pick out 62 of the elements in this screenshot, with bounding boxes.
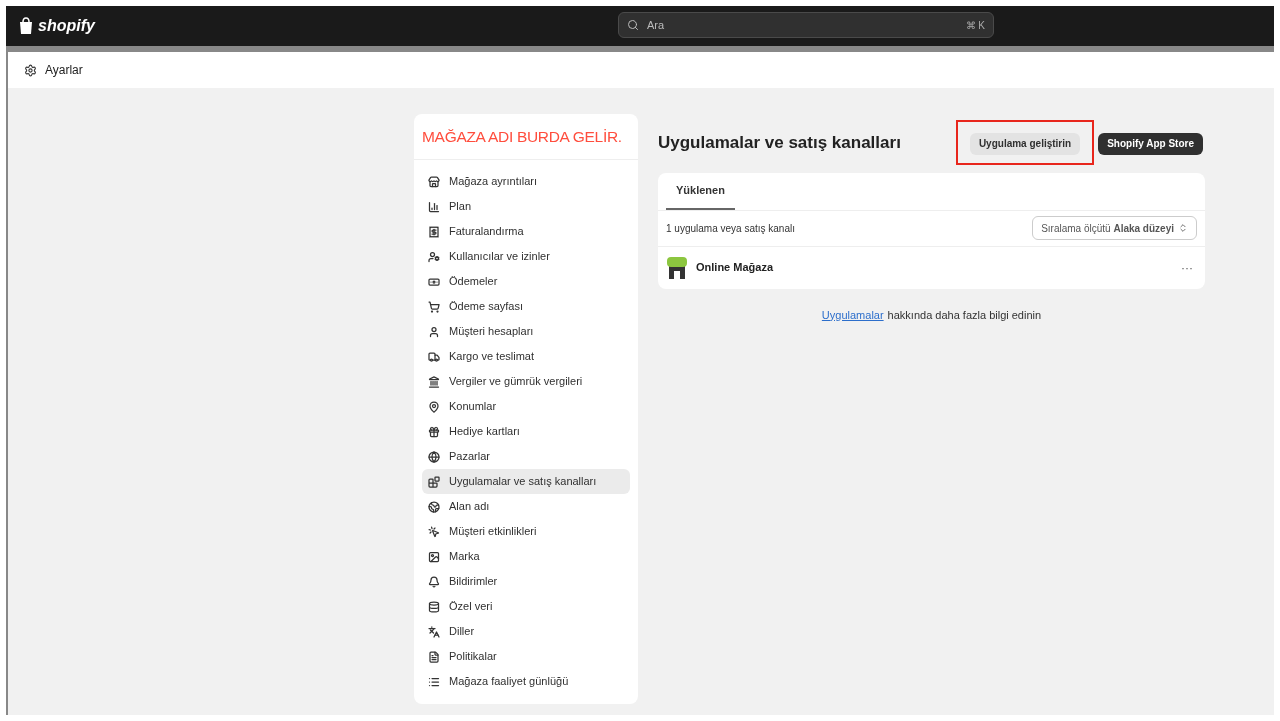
banknote-icon (428, 275, 440, 288)
sort-caret-icon (1178, 223, 1188, 233)
document-icon (428, 650, 440, 663)
sidebar-item[interactable]: Kargo ve teslimat (422, 344, 630, 369)
sidebar-item[interactable]: Bildirimler (422, 569, 630, 594)
sidebar-item[interactable]: Diller (422, 619, 630, 644)
sidebar-item[interactable]: Faturalandırma (422, 219, 630, 244)
search-input[interactable]: Ara (647, 16, 958, 34)
sidebar-item[interactable]: Kullanıcılar ve izinler (422, 244, 630, 269)
sidebar-item[interactable]: Müşteri hesapları (422, 319, 630, 344)
apps-icon (428, 475, 440, 488)
footer-text: hakkında daha fazla bilgi edinin (887, 307, 1042, 323)
gift-card-icon (428, 425, 440, 438)
shortcut-hint: ⌘ K (965, 18, 985, 33)
section-title: Uygulamalar ve satış kanalları (658, 131, 901, 154)
shopping-bag-icon (18, 17, 34, 35)
app-store-button[interactable]: Shopify App Store (1098, 132, 1203, 155)
settings-icon (24, 63, 37, 77)
bell-icon (428, 575, 440, 588)
sidebar-item[interactable]: Özel veri (422, 594, 630, 619)
pointer-icon (428, 525, 440, 538)
page-title: Ayarlar (45, 62, 83, 79)
develop-app-button[interactable]: Uygulama geliştirin (969, 132, 1081, 155)
database-icon (428, 600, 440, 613)
app-count: 1 uygulama veya satış kanalı (666, 221, 795, 236)
sidebar-item[interactable]: Marka (422, 544, 630, 569)
sidebar-item[interactable]: Mağaza faaliyet günlüğü (422, 669, 630, 694)
languages-icon (428, 625, 440, 638)
sidebar-item[interactable]: Ödemeler (422, 269, 630, 294)
image-icon (428, 550, 440, 563)
sidebar-item[interactable]: Konumlar (422, 394, 630, 419)
person-icon (428, 325, 440, 338)
sidebar-item[interactable]: Vergiler ve gümrük vergileri (422, 369, 630, 394)
sidebar-item[interactable]: Müşteri etkinlikleri (422, 519, 630, 544)
app-row[interactable]: Online Mağaza ··· (658, 246, 1205, 289)
cart-icon (428, 300, 440, 313)
sidebar-item[interactable]: Plan (422, 194, 630, 219)
logo[interactable]: shopify (38, 14, 95, 38)
truck-icon (428, 350, 440, 363)
sidebar-item[interactable]: Ödeme sayfası (422, 294, 630, 319)
store-name: MAĞAZA ADI BURDA GELİR. (422, 126, 622, 147)
more-actions-button[interactable]: ··· (1177, 258, 1197, 277)
sort-dropdown[interactable]: Sıralama ölçütü Alaka düzeyi (1032, 216, 1197, 240)
sidebar-item[interactable]: Politikalar (422, 644, 630, 669)
receipt-icon (428, 225, 440, 238)
search-field[interactable]: Ara ⌘ K (618, 12, 994, 38)
pin-icon (428, 400, 440, 413)
sidebar-item[interactable]: Hediye kartları (422, 419, 630, 444)
sidebar-item[interactable]: Alan adı (422, 494, 630, 519)
list-icon (428, 675, 440, 688)
sidebar-item[interactable]: Mağaza ayrıntıları (422, 169, 630, 194)
storefront-icon (666, 255, 688, 280)
globe-icon (428, 450, 440, 463)
sidebar-item[interactable]: Pazarlar (422, 444, 630, 469)
tab[interactable]: Yüklenen (666, 172, 735, 210)
apps-link[interactable]: Uygulamalar (821, 306, 884, 323)
users-icon (428, 250, 440, 263)
chart-icon (428, 200, 440, 213)
search-icon (627, 19, 639, 31)
sidebar-item[interactable]: Uygulamalar ve satış kanalları (422, 469, 630, 494)
globe-icon (428, 500, 440, 513)
store-icon (428, 175, 440, 188)
